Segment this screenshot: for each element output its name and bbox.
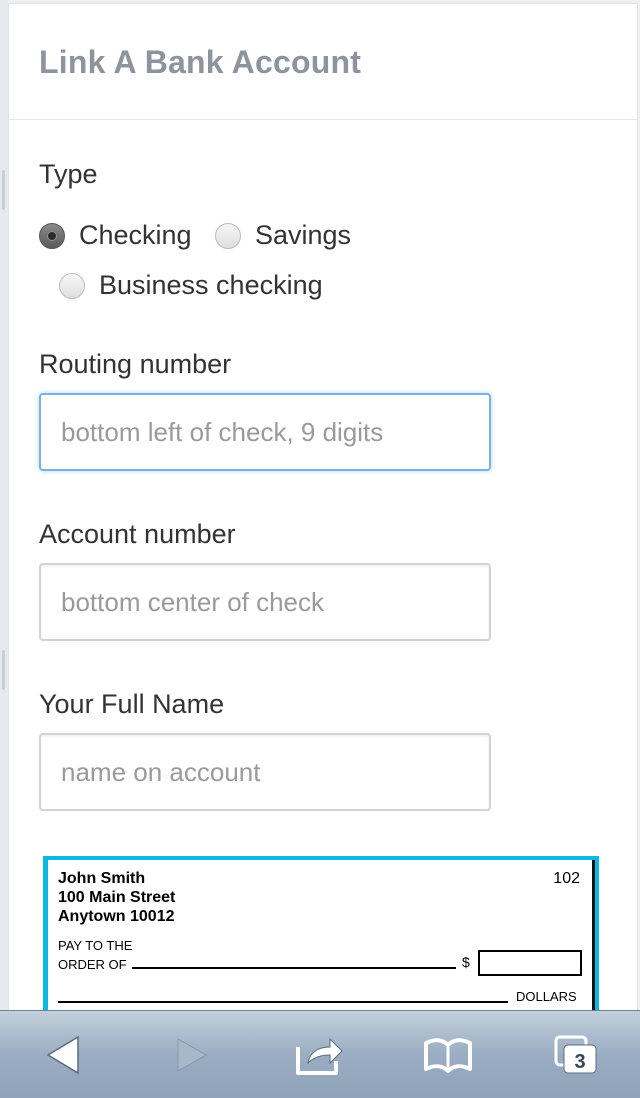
check-dollar-sign: $	[462, 954, 470, 970]
check-holder-name: John Smith	[58, 870, 146, 887]
edge-mark	[2, 650, 5, 690]
modal-header: Link A Bank Account	[9, 4, 637, 120]
radio-savings-button[interactable]	[215, 222, 241, 249]
type-label: Type	[39, 159, 98, 189]
check-payee-line	[132, 967, 456, 969]
check-address-block: John Smith 100 Main Street Anytown 10012	[58, 869, 175, 926]
sample-check-image: John Smith 100 Main Street Anytown 10012…	[43, 856, 599, 1016]
modal-title: Link A Bank Account	[39, 44, 362, 80]
background-page-edge	[0, 0, 8, 1010]
radio-business-checking[interactable]: Business checking	[59, 270, 323, 301]
radio-checking-label[interactable]: Checking	[79, 220, 192, 251]
forward-button[interactable]	[156, 1019, 228, 1091]
share-icon	[296, 1037, 343, 1075]
link-bank-modal: Link A Bank Account Type Checking Saving…	[8, 3, 638, 1016]
check-amount-words-line	[58, 1001, 508, 1003]
edge-mark	[2, 170, 5, 210]
bookmarks-button[interactable]	[412, 1019, 484, 1091]
routing-number-input[interactable]	[39, 393, 491, 471]
radio-savings-label[interactable]: Savings	[255, 220, 351, 251]
account-number-input[interactable]	[39, 563, 491, 641]
radio-savings[interactable]: Savings	[215, 220, 351, 251]
tabs-count: 3	[574, 1051, 585, 1073]
check-pay-to-label: PAY TO THE ORDER OF	[58, 936, 132, 974]
back-button[interactable]	[28, 1019, 100, 1091]
account-number-label: Account number	[39, 519, 236, 549]
check-paper: John Smith 100 Main Street Anytown 10012…	[48, 860, 595, 1016]
routing-number-label: Routing number	[39, 349, 232, 379]
check-pay-to-line1: PAY TO THE	[58, 938, 133, 953]
check-city: Anytown 10012	[58, 908, 175, 925]
radio-business-checking-label[interactable]: Business checking	[99, 270, 323, 301]
check-amount-box	[478, 950, 582, 976]
forward-arrow-icon	[177, 1038, 208, 1072]
back-arrow-icon	[46, 1035, 79, 1075]
bookmarks-book-icon	[424, 1038, 472, 1073]
share-button[interactable]	[284, 1019, 356, 1091]
radio-checking-button[interactable]	[39, 222, 65, 249]
tabs-button[interactable]: 3	[540, 1019, 612, 1091]
check-dollars-label: DOLLARS	[516, 989, 577, 1004]
radio-business-checking-button[interactable]	[59, 272, 85, 299]
full-name-input[interactable]	[39, 733, 491, 811]
browser-toolbar: 3	[0, 1010, 640, 1098]
tabs-icon: 3	[554, 1035, 597, 1074]
full-name-label: Your Full Name	[39, 689, 225, 719]
check-street: 100 Main Street	[58, 889, 176, 906]
browser-page: Link A Bank Account Type Checking Saving…	[0, 0, 640, 1098]
check-number: 102	[553, 870, 580, 887]
radio-checking[interactable]: Checking	[39, 220, 192, 251]
check-pay-to-line2: ORDER OF	[58, 957, 127, 972]
